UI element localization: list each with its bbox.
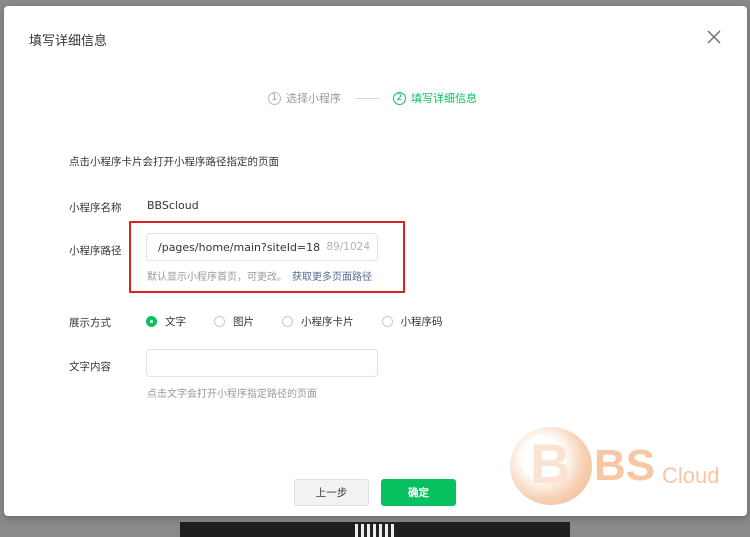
step-number: 2: [393, 91, 406, 105]
previous-step-button[interactable]: 上一步: [294, 479, 369, 506]
display-mode-label: 展示方式: [69, 317, 111, 329]
dialog-description: 点击小程序卡片会打开小程序路径指定的页面: [69, 156, 279, 168]
close-button[interactable]: [705, 28, 723, 46]
radio-unchecked-icon: [214, 316, 225, 327]
text-content-label: 文字内容: [69, 361, 111, 373]
radio-miniprogram-code[interactable]: 小程序码: [381, 314, 443, 329]
text-content-input[interactable]: [146, 349, 378, 377]
dialog-title: 填写详细信息: [29, 34, 108, 49]
path-hint: 默认显示小程序首页，可更改。 获取更多页面路径: [147, 268, 372, 283]
miniprogram-path-input[interactable]: /pages/home/main?siteId=18 89/1024: [146, 233, 378, 261]
path-char-counter: 89/1024: [326, 241, 370, 253]
confirm-button[interactable]: 确定: [381, 479, 456, 506]
step-select-miniprogram: 1 选择小程序: [268, 90, 341, 106]
radio-label: 小程序卡片: [301, 316, 354, 328]
step-connector: [355, 97, 379, 99]
step-label: 填写详细信息: [411, 92, 477, 105]
path-hint-text: 默认显示小程序首页，可更改。: [147, 272, 287, 283]
step-indicator: 1 选择小程序 2 填写详细信息: [268, 88, 477, 108]
radio-miniprogram-card[interactable]: 小程序卡片: [282, 314, 354, 329]
step-fill-details: 2 填写详细信息: [393, 90, 477, 106]
radio-text[interactable]: 文字: [146, 314, 186, 329]
radio-unchecked-icon: [381, 316, 393, 327]
radio-label: 小程序码: [400, 316, 443, 328]
miniprogram-name-value: BBScloud: [147, 199, 199, 212]
text-content-hint: 点击文字会打开小程序指定路径的页面: [147, 389, 317, 400]
step-label: 选择小程序: [286, 92, 341, 105]
radio-image[interactable]: 图片: [214, 314, 254, 329]
radio-label: 文字: [165, 316, 186, 328]
miniprogram-name-label: 小程序名称: [69, 202, 122, 214]
step-number: 1: [268, 91, 281, 105]
radio-checked-icon: [146, 316, 157, 327]
close-icon: [707, 30, 721, 44]
radio-label: 图片: [233, 316, 254, 328]
more-paths-link[interactable]: 获取更多页面路径: [292, 272, 372, 283]
path-input-value: /pages/home/main?siteId=18: [158, 240, 321, 254]
display-mode-radio-group: 文字 图片 小程序卡片 小程序码: [146, 314, 471, 329]
radio-unchecked-icon: [282, 316, 293, 327]
background-qr-code: [180, 522, 570, 537]
miniprogram-path-label: 小程序路径: [69, 245, 122, 257]
